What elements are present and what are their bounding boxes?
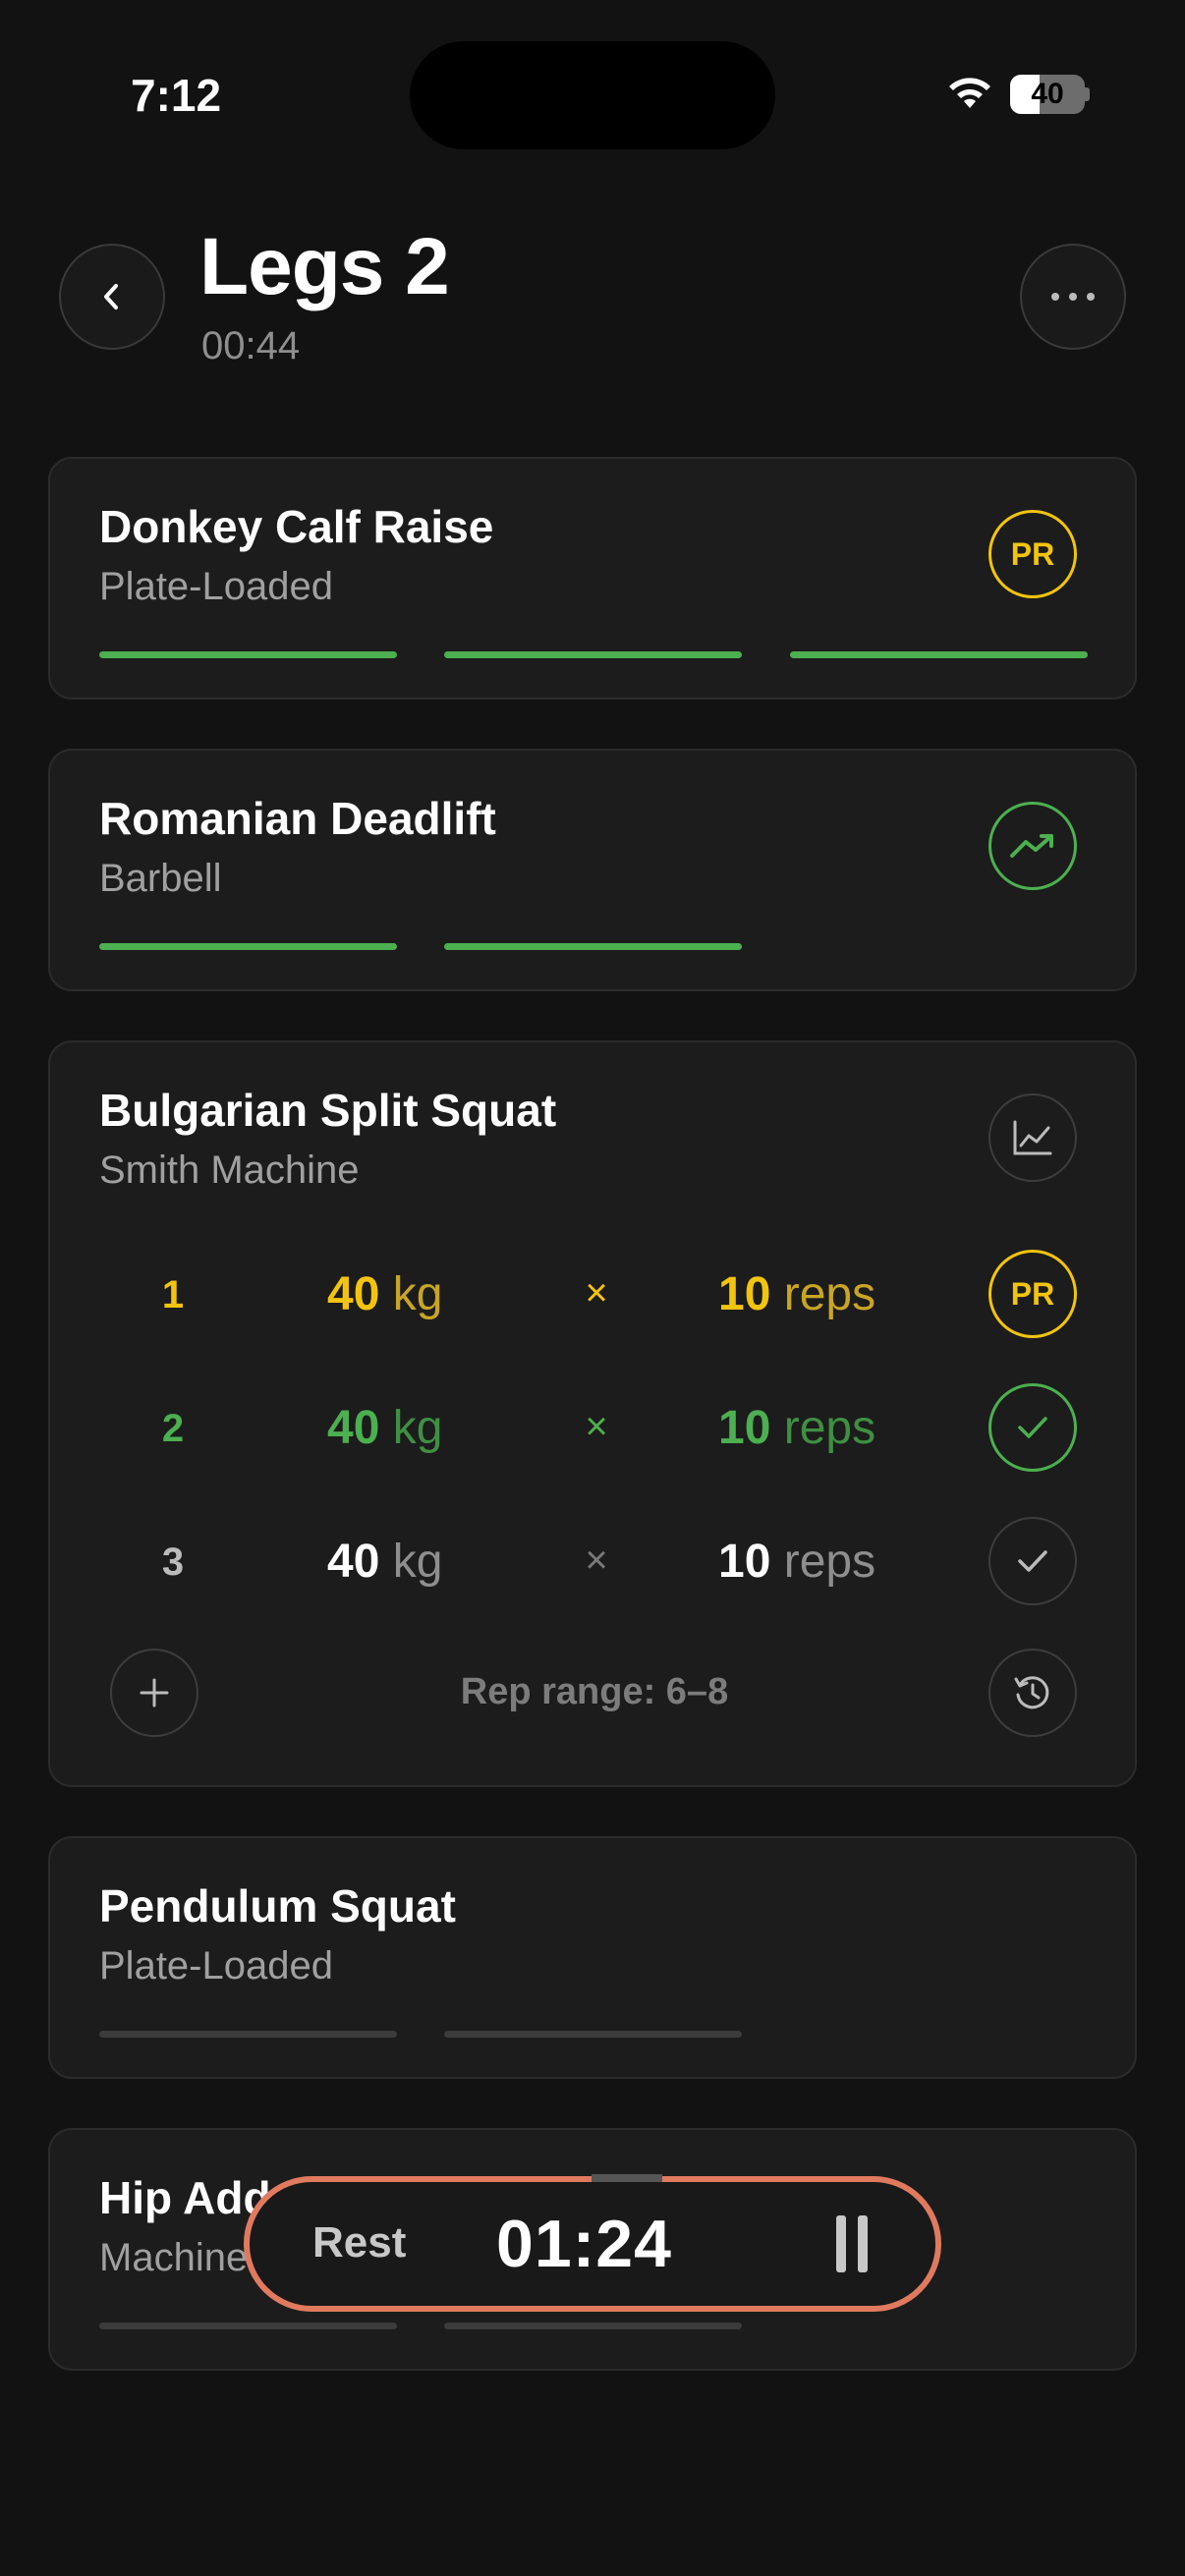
- exercise-equipment: Plate-Loaded: [99, 565, 333, 608]
- exercise-card[interactable]: Pendulum Squat Plate-Loaded: [48, 1836, 1137, 2079]
- battery-icon: 40: [1010, 75, 1085, 114]
- dynamic-island: [410, 41, 775, 149]
- exercise-name: Hip Add: [99, 2172, 271, 2223]
- set-progress-bar: [99, 2323, 397, 2329]
- progress-button[interactable]: [988, 802, 1077, 890]
- times-sign: ×: [585, 1539, 608, 1582]
- exercise-equipment: Machine: [99, 2236, 249, 2279]
- exercise-name: Pendulum Squat: [99, 1880, 456, 1932]
- rest-countdown: 01:24: [496, 2207, 672, 2281]
- reps-unit: reps: [783, 1268, 876, 1320]
- wifi-icon: [949, 78, 990, 108]
- reps-unit: reps: [783, 1536, 876, 1588]
- times-sign: ×: [585, 1271, 608, 1315]
- back-button[interactable]: [59, 244, 165, 350]
- set-number: 3: [161, 1540, 185, 1584]
- set-reps[interactable]: 10 reps: [718, 1267, 875, 1321]
- set-reps[interactable]: 10 reps: [718, 1401, 875, 1455]
- history-icon: [1014, 1676, 1049, 1709]
- exercise-card-expanded[interactable]: Bulgarian Split Squat Smith Machine 1 40…: [48, 1040, 1137, 1787]
- elapsed-time: 00:44: [201, 324, 301, 367]
- history-button[interactable]: [988, 1649, 1077, 1737]
- rest-label: Rest: [312, 2218, 407, 2267]
- set-complete-toggle[interactable]: [988, 1517, 1077, 1605]
- exercise-equipment: Smith Machine: [99, 1148, 360, 1192]
- more-icon: [1051, 293, 1095, 301]
- set-progress-bar: [444, 2031, 742, 2038]
- set-row[interactable]: 1 40 kg × 10 reps PR: [50, 1250, 1139, 1338]
- reps-value: 10: [718, 1268, 771, 1320]
- set-progress-bar: [444, 2323, 742, 2329]
- weight-unit: kg: [392, 1536, 443, 1588]
- pr-badge[interactable]: PR: [988, 1250, 1077, 1338]
- chevron-left-icon: [104, 284, 118, 309]
- more-button[interactable]: [1020, 244, 1126, 350]
- set-row[interactable]: 2 40 kg × 10 reps: [50, 1383, 1139, 1472]
- weight-unit: kg: [392, 1402, 443, 1454]
- reps-unit: reps: [783, 1402, 876, 1454]
- reps-value: 10: [718, 1536, 771, 1588]
- checkmark-icon: [1018, 1417, 1047, 1438]
- set-weight[interactable]: 40 kg: [327, 1267, 442, 1321]
- set-reps[interactable]: 10 reps: [718, 1535, 875, 1589]
- exercise-name: Bulgarian Split Squat: [99, 1085, 557, 1136]
- set-progress-bar: [99, 2031, 397, 2038]
- pause-button[interactable]: [830, 2215, 879, 2274]
- set-complete-toggle[interactable]: [988, 1383, 1077, 1472]
- set-progress-bar: [444, 651, 742, 658]
- trend-up-icon: [1010, 834, 1053, 858]
- set-progress-bar: [99, 651, 397, 658]
- weight-value: 40: [327, 1536, 380, 1588]
- status-time: 7:12: [131, 70, 222, 121]
- pause-icon: [836, 2215, 846, 2272]
- set-progress-bar: [444, 943, 742, 950]
- rep-range: Rep range: 6–8: [460, 1671, 729, 1712]
- exercise-name: Donkey Calf Raise: [99, 501, 494, 552]
- battery-tip: [1085, 87, 1090, 101]
- set-number: 2: [161, 1407, 185, 1450]
- exercise-equipment: Barbell: [99, 857, 222, 900]
- page-title: Legs 2: [199, 222, 450, 311]
- set-number: 1: [161, 1273, 185, 1316]
- rest-progress-gap: [592, 2174, 662, 2182]
- weight-value: 40: [327, 1402, 380, 1454]
- checkmark-icon: [1018, 1550, 1047, 1572]
- times-sign: ×: [585, 1405, 608, 1448]
- chart-button[interactable]: [988, 1093, 1077, 1182]
- exercise-card[interactable]: Donkey Calf Raise Plate-Loaded PR: [48, 457, 1137, 700]
- exercise-equipment: Plate-Loaded: [99, 1944, 333, 1988]
- set-weight[interactable]: 40 kg: [327, 1535, 442, 1589]
- set-progress-bar: [790, 651, 1088, 658]
- chart-icon: [1013, 1120, 1052, 1155]
- exercise-name: Romanian Deadlift: [99, 793, 496, 844]
- reps-value: 10: [718, 1402, 771, 1454]
- set-row[interactable]: 3 40 kg × 10 reps: [50, 1517, 1139, 1605]
- weight-unit: kg: [392, 1268, 443, 1320]
- pr-badge[interactable]: PR: [988, 510, 1077, 598]
- set-weight[interactable]: 40 kg: [327, 1401, 442, 1455]
- set-progress-bar: [99, 943, 397, 950]
- battery-level: 40: [1031, 78, 1064, 110]
- exercise-card[interactable]: Romanian Deadlift Barbell: [48, 749, 1137, 991]
- weight-value: 40: [327, 1268, 380, 1320]
- pause-icon: [858, 2215, 868, 2272]
